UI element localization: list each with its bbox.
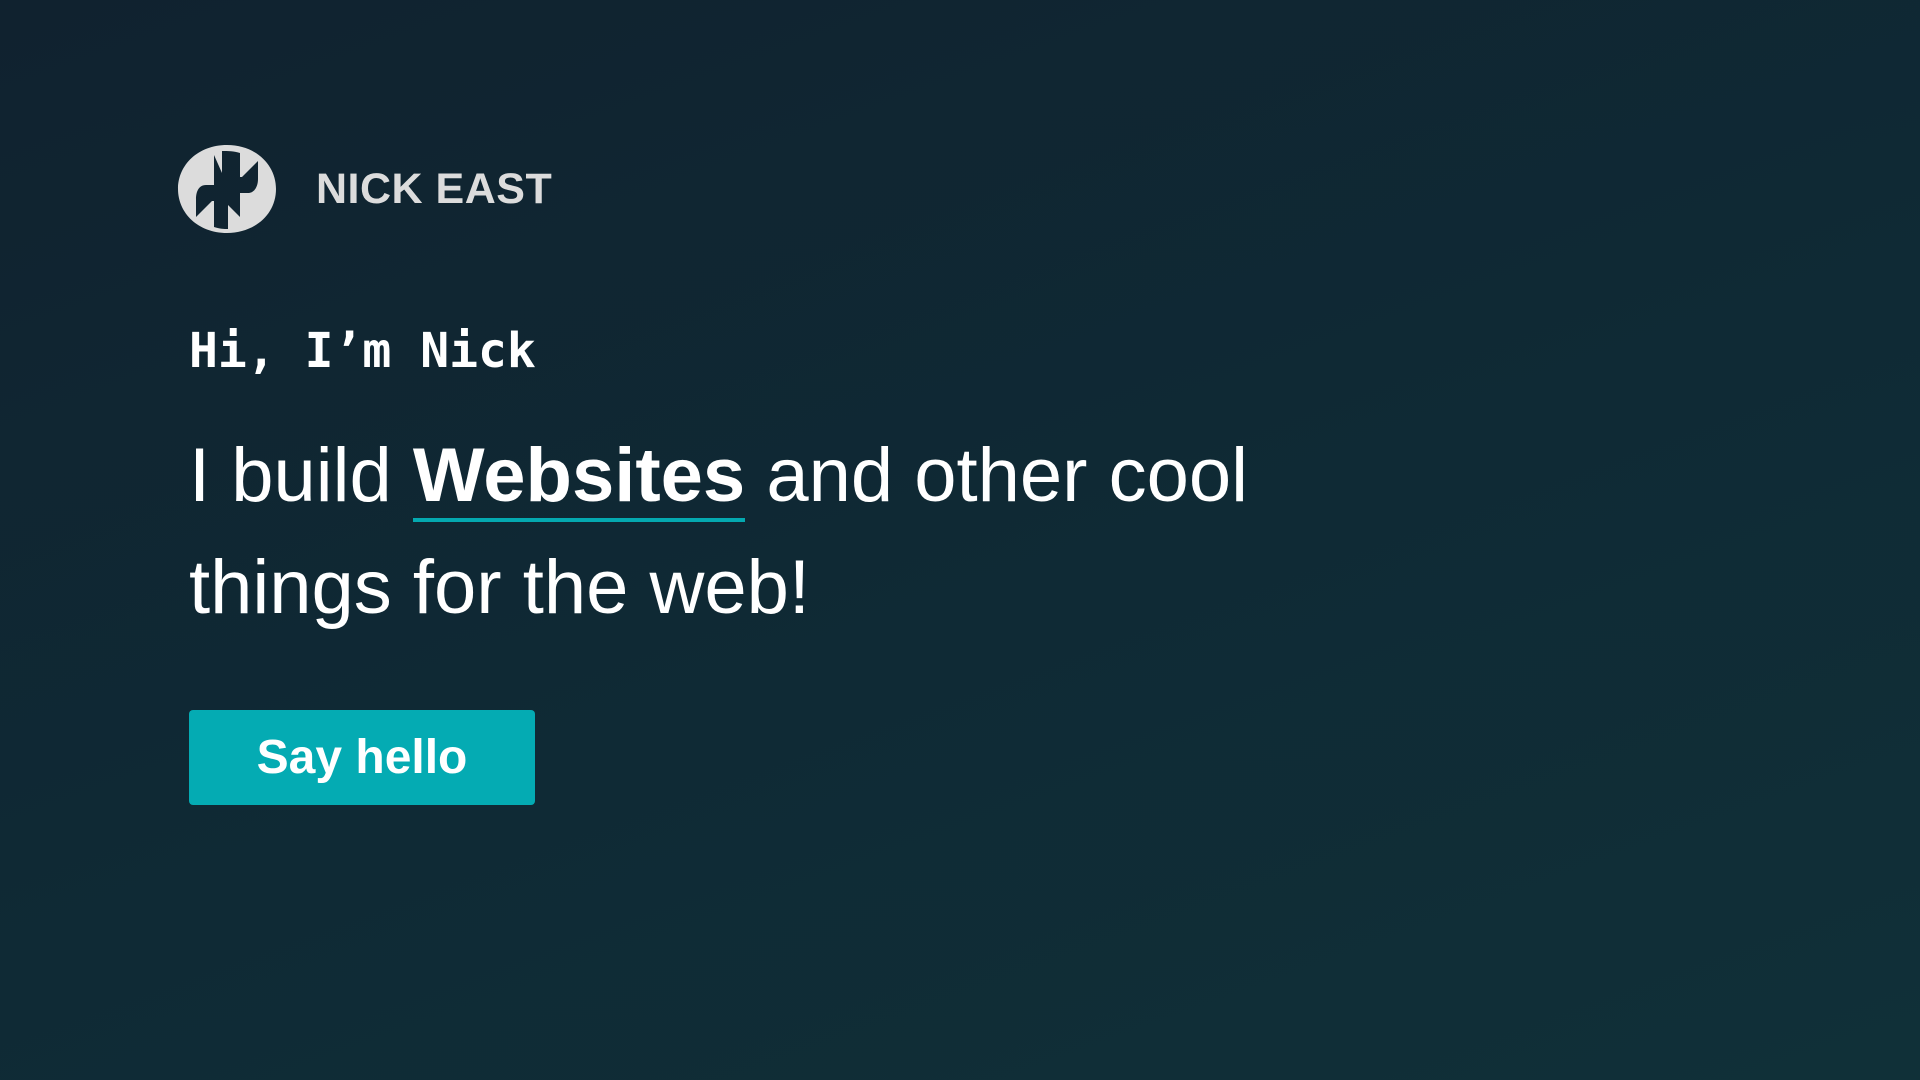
brand-name: NICK EAST xyxy=(316,164,553,213)
headline-highlight-link[interactable]: Websites xyxy=(412,433,746,522)
nick-east-logo-icon xyxy=(178,145,276,233)
hero-headline: I build Websites and other cool things f… xyxy=(189,420,1289,644)
brand-home-link[interactable]: NICK EAST xyxy=(176,143,552,235)
headline-text-before: I build xyxy=(189,433,413,518)
hero-greeting: Hi, I’m Nick xyxy=(189,323,536,379)
say-hello-button[interactable]: Say hello xyxy=(189,710,535,805)
